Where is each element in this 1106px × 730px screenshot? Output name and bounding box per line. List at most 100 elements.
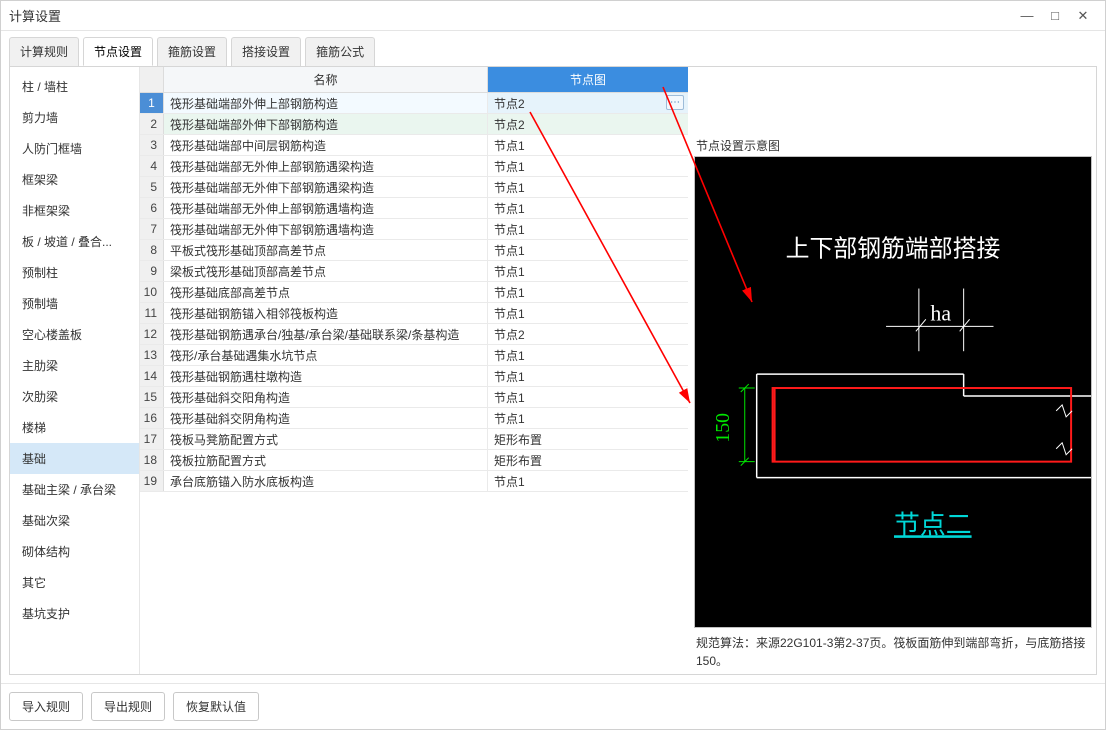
cell-node[interactable]: 节点2⋯	[488, 93, 688, 113]
table-row[interactable]: 1筏形基础端部外伸上部钢筋构造节点2⋯	[140, 93, 688, 114]
sidebar-item-masonry[interactable]: 砌体结构	[10, 536, 139, 567]
row-number: 19	[140, 471, 164, 491]
restore-defaults-button[interactable]: 恢复默认值	[173, 692, 259, 721]
sidebar-item-foundation-beam[interactable]: 基础主梁 / 承台梁	[10, 474, 139, 505]
row-number: 18	[140, 450, 164, 470]
table-row[interactable]: 3筏形基础端部中间层钢筋构造节点1	[140, 135, 688, 156]
cell-node[interactable]: 节点1	[488, 282, 688, 302]
cell-node[interactable]: 节点1	[488, 345, 688, 365]
row-number: 7	[140, 219, 164, 239]
cell-name: 筏形基础端部无外伸下部钢筋遇梁构造	[164, 177, 488, 197]
sidebar-item-column[interactable]: 柱 / 墙柱	[10, 71, 139, 102]
cell-name: 筏形基础底部高差节点	[164, 282, 488, 302]
cell-name: 筏板马凳筋配置方式	[164, 429, 488, 449]
cell-name: 筏形基础端部中间层钢筋构造	[164, 135, 488, 155]
cell-node[interactable]: 矩形布置	[488, 429, 688, 449]
import-rule-button[interactable]: 导入规则	[9, 692, 83, 721]
close-button[interactable]: ✕	[1069, 5, 1097, 27]
cell-node[interactable]: 节点1	[488, 135, 688, 155]
table-row[interactable]: 14筏形基础钢筋遇柱墩构造节点1	[140, 366, 688, 387]
tab-stirrup-config[interactable]: 箍筋设置	[157, 37, 227, 66]
diagram-canvas: 上下部钢筋端部搭接 ha	[694, 156, 1092, 628]
table-row[interactable]: 15筏形基础斜交阳角构造节点1	[140, 387, 688, 408]
maximize-button[interactable]: □	[1041, 5, 1069, 27]
sidebar-item-precast-wall[interactable]: 预制墙	[10, 288, 139, 319]
cell-node[interactable]: 节点1	[488, 303, 688, 323]
row-number: 9	[140, 261, 164, 281]
cell-node[interactable]: 节点1	[488, 261, 688, 281]
node-edit-button[interactable]: ⋯	[666, 95, 684, 110]
row-number: 1	[140, 93, 164, 113]
row-number: 8	[140, 240, 164, 260]
table-row[interactable]: 10筏形基础底部高差节点节点1	[140, 282, 688, 303]
row-number: 13	[140, 345, 164, 365]
diagram-description: 规范算法：来源22G101-3第2-37页。筏板面筋伸到端部弯折，与底筋搭接 1…	[694, 628, 1090, 670]
th-name: 名称	[164, 67, 488, 92]
window: 计算设置 ― □ ✕ 计算规则 节点设置 箍筋设置 搭接设置 箍筋公式 柱 / …	[0, 0, 1106, 730]
table-row[interactable]: 5筏形基础端部无外伸下部钢筋遇梁构造节点1	[140, 177, 688, 198]
table-row[interactable]: 7筏形基础端部无外伸下部钢筋遇墙构造节点1	[140, 219, 688, 240]
export-rule-button[interactable]: 导出规则	[91, 692, 165, 721]
titlebar: 计算设置 ― □ ✕	[1, 1, 1105, 31]
table-row[interactable]: 19承台底筋锚入防水底板构造节点1	[140, 471, 688, 492]
cell-name: 筏形基础钢筋遇承台/独基/承台梁/基础联系梁/条基构造	[164, 324, 488, 344]
cell-name: 筏形基础斜交阳角构造	[164, 387, 488, 407]
sidebar-item-main-rib[interactable]: 主肋梁	[10, 350, 139, 381]
table-row[interactable]: 2筏形基础端部外伸下部钢筋构造节点2	[140, 114, 688, 135]
cell-name: 承台底筋锚入防水底板构造	[164, 471, 488, 491]
cell-node[interactable]: 矩形布置	[488, 450, 688, 470]
tab-splice-config[interactable]: 搭接设置	[231, 37, 301, 66]
cell-name: 梁板式筏形基础顶部高差节点	[164, 261, 488, 281]
row-number: 5	[140, 177, 164, 197]
sidebar-item-shearwall[interactable]: 剪力墙	[10, 102, 139, 133]
table-body: 1筏形基础端部外伸上部钢筋构造节点2⋯2筏形基础端部外伸下部钢筋构造节点23筏形…	[140, 93, 688, 674]
sidebar-item-precast-column[interactable]: 预制柱	[10, 257, 139, 288]
cell-node[interactable]: 节点1	[488, 366, 688, 386]
cell-node[interactable]: 节点1	[488, 177, 688, 197]
table-row[interactable]: 17筏板马凳筋配置方式矩形布置	[140, 429, 688, 450]
sidebar-item-doorframe[interactable]: 人防门框墙	[10, 133, 139, 164]
sidebar-item-stair[interactable]: 楼梯	[10, 412, 139, 443]
cell-node[interactable]: 节点1	[488, 219, 688, 239]
table-row[interactable]: 13筏形/承台基础遇集水坑节点节点1	[140, 345, 688, 366]
minimize-button[interactable]: ―	[1013, 5, 1041, 27]
sidebar-item-foundation[interactable]: 基础	[10, 443, 139, 474]
sidebar-item-slab[interactable]: 板 / 坡道 / 叠合...	[10, 226, 139, 257]
diagram-ha-label: ha	[930, 301, 951, 325]
sidebar-item-nonframe-beam[interactable]: 非框架梁	[10, 195, 139, 226]
cell-node[interactable]: 节点1	[488, 471, 688, 491]
cell-name: 筏形基础端部外伸上部钢筋构造	[164, 93, 488, 113]
tab-node-config[interactable]: 节点设置	[83, 37, 153, 66]
table-row[interactable]: 16筏形基础斜交阴角构造节点1	[140, 408, 688, 429]
table-row[interactable]: 18筏板拉筋配置方式矩形布置	[140, 450, 688, 471]
sidebar-item-hollow-slab[interactable]: 空心楼盖板	[10, 319, 139, 350]
cell-node[interactable]: 节点1	[488, 408, 688, 428]
row-number: 14	[140, 366, 164, 386]
cell-node[interactable]: 节点1	[488, 240, 688, 260]
cell-node[interactable]: 节点1	[488, 156, 688, 176]
sidebar-item-frame-beam[interactable]: 框架梁	[10, 164, 139, 195]
row-number: 3	[140, 135, 164, 155]
table-row[interactable]: 8平板式筏形基础顶部高差节点节点1	[140, 240, 688, 261]
panel: 柱 / 墙柱 剪力墙 人防门框墙 框架梁 非框架梁 板 / 坡道 / 叠合...…	[9, 66, 1097, 675]
row-number: 10	[140, 282, 164, 302]
tab-stirrup-formula[interactable]: 箍筋公式	[305, 37, 375, 66]
table-row[interactable]: 9梁板式筏形基础顶部高差节点节点1	[140, 261, 688, 282]
tab-calc-rule[interactable]: 计算规则	[9, 37, 79, 66]
table-row[interactable]: 12筏形基础钢筋遇承台/独基/承台梁/基础联系梁/条基构造节点2	[140, 324, 688, 345]
sidebar-item-foundation-sec-beam[interactable]: 基础次梁	[10, 505, 139, 536]
cell-node[interactable]: 节点1	[488, 387, 688, 407]
cell-node[interactable]: 节点1	[488, 198, 688, 218]
row-number: 4	[140, 156, 164, 176]
table-row[interactable]: 4筏形基础端部无外伸上部钢筋遇梁构造节点1	[140, 156, 688, 177]
table-row[interactable]: 11筏形基础钢筋锚入相邻筏板构造节点1	[140, 303, 688, 324]
cell-node[interactable]: 节点2	[488, 114, 688, 134]
cell-name: 筏板拉筋配置方式	[164, 450, 488, 470]
cell-name: 平板式筏形基础顶部高差节点	[164, 240, 488, 260]
cell-node[interactable]: 节点2	[488, 324, 688, 344]
sidebar-item-sec-rib[interactable]: 次肋梁	[10, 381, 139, 412]
sidebar-item-pit-support[interactable]: 基坑支护	[10, 598, 139, 629]
sidebar-item-other[interactable]: 其它	[10, 567, 139, 598]
table-row[interactable]: 6筏形基础端部无外伸上部钢筋遇墙构造节点1	[140, 198, 688, 219]
cell-name: 筏形基础斜交阴角构造	[164, 408, 488, 428]
